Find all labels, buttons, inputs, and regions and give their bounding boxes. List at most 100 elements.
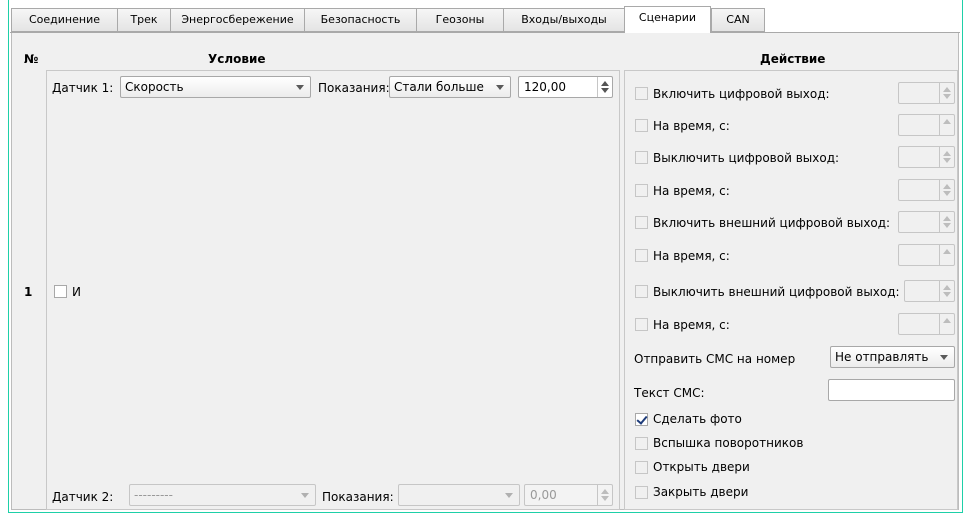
spin-buttons[interactable]: [939, 115, 954, 135]
action-header: Действие: [760, 52, 826, 66]
spin-down-icon[interactable]: [943, 223, 951, 228]
ext-digital-output-on-time-checkbox[interactable]: [635, 249, 648, 262]
sensor2-threshold-spinbox[interactable]: 0,00: [524, 484, 613, 506]
row-number: 1: [24, 285, 33, 299]
checkmark-icon: [636, 413, 648, 425]
ext-digital-output-off-label: Выключить внешний цифровой выход:: [653, 285, 900, 299]
digital-output-on-time-label: На время, с:: [653, 119, 730, 133]
number-header: №: [24, 52, 39, 66]
sms-text-input[interactable]: [828, 379, 955, 401]
sensor1-reading-label: Показания:: [318, 81, 390, 95]
digital-output-on-label: Включить цифровой выход:: [653, 87, 830, 101]
tab-security[interactable]: Безопасность: [304, 8, 416, 32]
sms-number-select[interactable]: Не отправлять: [830, 346, 955, 368]
spin-buttons[interactable]: [939, 212, 954, 232]
open-doors-label: Открыть двери: [653, 460, 750, 474]
sms-number-label: Отправить СМС на номер: [634, 352, 796, 366]
sensor2-value: ---------: [134, 488, 173, 502]
blinkers-label: Вспышка поворотников: [653, 436, 804, 450]
sensor2-label: Датчик 2:: [52, 490, 114, 504]
spin-buttons[interactable]: [939, 314, 954, 334]
spin-buttons[interactable]: [939, 281, 954, 301]
sensor2-compare-select[interactable]: [398, 484, 520, 506]
sensor1-threshold-spinbox[interactable]: 120,00: [518, 76, 613, 98]
spin-down-icon[interactable]: [943, 292, 951, 297]
ext-digital-output-on-checkbox[interactable]: [635, 216, 648, 229]
digital-output-off-label: Выключить цифровой выход:: [653, 151, 840, 165]
ext-digital-output-off-time-spinbox[interactable]: [898, 313, 955, 335]
take-photo-label: Сделать фото: [653, 412, 742, 426]
condition-header: Условие: [208, 52, 266, 66]
spin-buttons[interactable]: [939, 245, 954, 265]
spin-up-icon[interactable]: [943, 216, 951, 221]
digital-output-off-time-spinbox[interactable]: [898, 179, 955, 201]
tab-can[interactable]: CAN: [711, 8, 765, 32]
spin-up-icon[interactable]: [601, 489, 609, 494]
sms-text-label: Текст СМС:: [634, 386, 705, 400]
sms-number-value: Не отправлять: [835, 350, 929, 364]
sensor1-threshold-value: 120,00: [524, 80, 566, 94]
ext-digital-output-off-time-checkbox[interactable]: [635, 318, 648, 331]
digital-output-on-spinbox[interactable]: [898, 82, 955, 104]
spin-up-icon[interactable]: [943, 151, 951, 156]
spin-buttons[interactable]: [597, 77, 612, 97]
spin-buttons[interactable]: [939, 180, 954, 200]
spin-down-icon[interactable]: [943, 191, 951, 196]
spin-down-icon[interactable]: [943, 94, 951, 99]
digital-output-off-checkbox[interactable]: [635, 151, 648, 164]
digital-output-off-time-checkbox[interactable]: [635, 184, 648, 197]
sensor2-select[interactable]: ---------: [129, 484, 316, 506]
spin-up-icon[interactable]: [943, 119, 951, 124]
spin-up-icon[interactable]: [943, 184, 951, 189]
sensor2-reading-label: Показания:: [322, 490, 394, 504]
ext-digital-output-on-time-spinbox[interactable]: [898, 244, 955, 266]
digital-output-on-checkbox[interactable]: [635, 87, 648, 100]
spin-down-icon[interactable]: [601, 88, 609, 93]
sensor1-compare-select[interactable]: Стали больше: [389, 76, 511, 98]
tab-scenarios[interactable]: Сценарии: [624, 6, 711, 33]
tab-power-saving[interactable]: Энергосбережение: [170, 8, 304, 32]
blinkers-checkbox[interactable]: [635, 437, 648, 450]
digital-output-on-time-spinbox[interactable]: [898, 114, 955, 136]
spin-down-icon[interactable]: [601, 496, 609, 501]
sensor1-select[interactable]: Скорость: [120, 76, 311, 98]
ext-digital-output-on-spinbox[interactable]: [898, 211, 955, 233]
sensor1-label: Датчик 1:: [52, 81, 114, 95]
spin-up-icon[interactable]: [943, 87, 951, 92]
condition-panel: [46, 70, 620, 510]
open-doors-checkbox[interactable]: [635, 461, 648, 474]
ext-digital-output-on-time-label: На время, с:: [653, 249, 730, 263]
spin-up-icon[interactable]: [601, 81, 609, 86]
ext-digital-output-off-checkbox[interactable]: [635, 285, 648, 298]
ext-digital-output-off-time-label: На время, с:: [653, 318, 730, 332]
chevron-down-icon: [296, 85, 304, 90]
chevron-down-icon: [940, 355, 948, 360]
spin-buttons[interactable]: [939, 147, 954, 167]
spin-down-icon[interactable]: [943, 158, 951, 163]
digital-output-off-spinbox[interactable]: [898, 146, 955, 168]
take-photo-checkbox[interactable]: [635, 413, 648, 426]
and-label: И: [72, 285, 81, 299]
tab-connection[interactable]: Соединение: [11, 8, 117, 32]
chevron-down-icon: [505, 493, 513, 498]
tab-track[interactable]: Трек: [117, 8, 170, 32]
close-doors-checkbox[interactable]: [635, 486, 648, 499]
and-checkbox[interactable]: [54, 285, 67, 298]
sensor2-threshold-value: 0,00: [530, 488, 557, 502]
digital-output-on-time-checkbox[interactable]: [635, 119, 648, 132]
chevron-down-icon: [301, 493, 309, 498]
spin-buttons[interactable]: [939, 83, 954, 103]
spin-up-icon[interactable]: [943, 318, 951, 323]
spin-buttons[interactable]: [597, 485, 612, 505]
sensor1-compare-value: Стали больше: [394, 80, 484, 94]
chevron-down-icon: [496, 85, 504, 90]
sensor1-value: Скорость: [125, 80, 184, 94]
tab-inputs-outputs[interactable]: Входы/выходы: [503, 8, 624, 32]
tab-geozones[interactable]: Геозоны: [416, 8, 503, 32]
close-doors-label: Закрыть двери: [653, 485, 749, 499]
spin-up-icon[interactable]: [943, 249, 951, 254]
digital-output-off-time-label: На время, с:: [653, 184, 730, 198]
ext-digital-output-off-spinbox[interactable]: [904, 280, 955, 302]
spin-up-icon[interactable]: [943, 285, 951, 290]
ext-digital-output-on-label: Включить внешний цифровой выход:: [653, 216, 891, 230]
